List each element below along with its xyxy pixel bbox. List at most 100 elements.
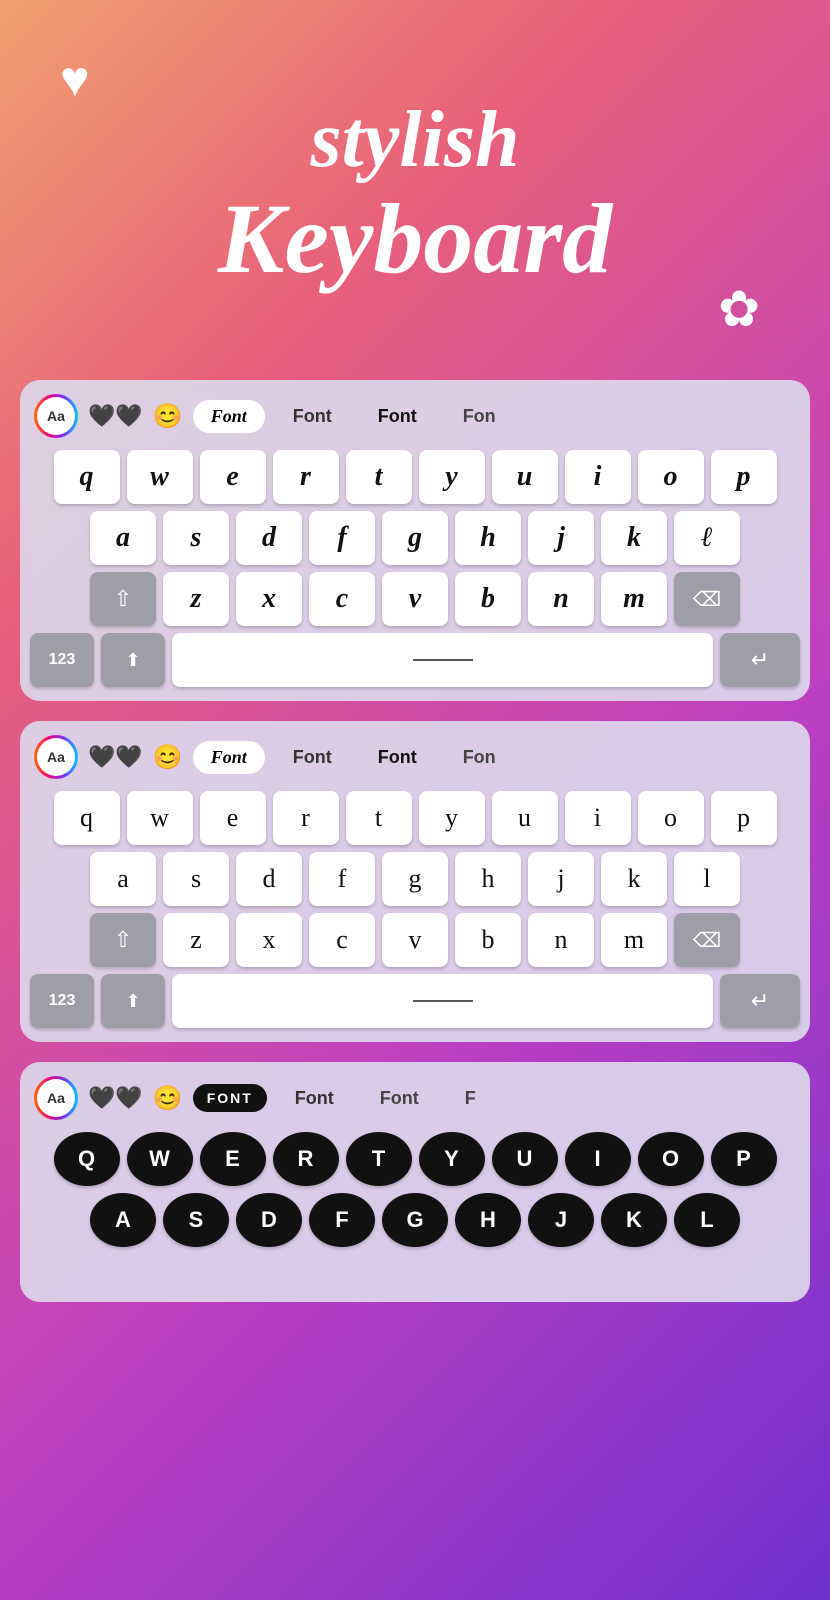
key-q-1[interactable]: q <box>54 450 120 504</box>
key-s-2[interactable]: s <box>163 852 229 906</box>
key-y-2[interactable]: y <box>419 791 485 845</box>
enter-key-1[interactable]: ↵ <box>720 633 800 687</box>
font-btn-bold-2[interactable]: Font <box>360 741 435 774</box>
aa-button-2[interactable]: Aa <box>34 735 78 779</box>
key-c-2[interactable]: c <box>309 913 375 967</box>
key-G-3[interactable]: G <box>382 1193 448 1247</box>
font-btn-cut-1[interactable]: Fon <box>445 400 514 433</box>
key-U-3[interactable]: U <box>492 1132 558 1186</box>
key-k-1[interactable]: k <box>601 511 667 565</box>
key-p-1[interactable]: p <box>711 450 777 504</box>
key-f-1[interactable]: f <box>309 511 375 565</box>
key-W-3[interactable]: W <box>127 1132 193 1186</box>
key-P-3[interactable]: P <box>711 1132 777 1186</box>
backspace-key-1[interactable]: ⌫ <box>674 572 740 626</box>
key-z-1[interactable]: z <box>163 572 229 626</box>
key-H-3[interactable]: H <box>455 1193 521 1247</box>
aa-button-1[interactable]: Aa <box>34 394 78 438</box>
key-g-1[interactable]: g <box>382 511 448 565</box>
key-a-2[interactable]: a <box>90 852 156 906</box>
font-btn-bold-1[interactable]: Font <box>360 400 435 433</box>
key-j-1[interactable]: j <box>528 511 594 565</box>
key-l-1[interactable]: ℓ <box>674 511 740 565</box>
font-btn-plain-2[interactable]: Font <box>275 741 350 774</box>
hearts-icon-1[interactable]: 🖤🖤 <box>88 403 143 429</box>
key-n-2[interactable]: n <box>528 913 594 967</box>
key-k-2[interactable]: k <box>601 852 667 906</box>
key-m-1[interactable]: m <box>601 572 667 626</box>
num-key-1[interactable]: 123 <box>30 633 94 687</box>
font-btn-active-1[interactable]: Font <box>193 400 265 433</box>
key-b-1[interactable]: b <box>455 572 521 626</box>
shift-key-2[interactable]: ⇧ <box>90 913 156 967</box>
key-q-2[interactable]: q <box>54 791 120 845</box>
key-S-3[interactable]: S <box>163 1193 229 1247</box>
font-btn-cut-2[interactable]: Fon <box>445 741 514 774</box>
key-w-2[interactable]: w <box>127 791 193 845</box>
key-e-1[interactable]: e <box>200 450 266 504</box>
key-t-1[interactable]: t <box>346 450 412 504</box>
key-A-3[interactable]: A <box>90 1193 156 1247</box>
key-j-2[interactable]: j <box>528 852 594 906</box>
key-l-2[interactable]: l <box>674 852 740 906</box>
key-d-2[interactable]: d <box>236 852 302 906</box>
key-R-3[interactable]: R <box>273 1132 339 1186</box>
font-btn-plain-1[interactable]: Font <box>275 400 350 433</box>
key-Y-3[interactable]: Y <box>419 1132 485 1186</box>
font-btn-cut-3[interactable]: Font <box>362 1082 437 1115</box>
key-r-1[interactable]: r <box>273 450 339 504</box>
key-i-1[interactable]: i <box>565 450 631 504</box>
key-u-2[interactable]: u <box>492 791 558 845</box>
emoji-icon-2[interactable]: 😊 <box>153 743 183 772</box>
key-g-2[interactable]: g <box>382 852 448 906</box>
key-d-1[interactable]: d <box>236 511 302 565</box>
key-w-1[interactable]: w <box>127 450 193 504</box>
space-key-1[interactable] <box>172 633 713 687</box>
key-x-2[interactable]: x <box>236 913 302 967</box>
backspace-key-2[interactable]: ⌫ <box>674 913 740 967</box>
share-key-1[interactable]: ⬆ <box>101 633 165 687</box>
key-h-1[interactable]: h <box>455 511 521 565</box>
key-f-2[interactable]: f <box>309 852 375 906</box>
key-E-3[interactable]: E <box>200 1132 266 1186</box>
key-a-1[interactable]: a <box>90 511 156 565</box>
enter-key-2[interactable]: ↵ <box>720 974 800 1028</box>
key-c-1[interactable]: c <box>309 572 375 626</box>
aa-button-3[interactable]: Aa <box>34 1076 78 1120</box>
hearts-icon-2[interactable]: 🖤🖤 <box>88 744 143 770</box>
key-s-1[interactable]: s <box>163 511 229 565</box>
key-F-3[interactable]: F <box>309 1193 375 1247</box>
key-Q-3[interactable]: Q <box>54 1132 120 1186</box>
key-v-1[interactable]: v <box>382 572 448 626</box>
key-D-3[interactable]: D <box>236 1193 302 1247</box>
key-b-2[interactable]: b <box>455 913 521 967</box>
key-K-3[interactable]: K <box>601 1193 667 1247</box>
share-key-2[interactable]: ⬆ <box>101 974 165 1028</box>
key-z-2[interactable]: z <box>163 913 229 967</box>
key-o-1[interactable]: o <box>638 450 704 504</box>
key-y-1[interactable]: y <box>419 450 485 504</box>
key-h-2[interactable]: h <box>455 852 521 906</box>
key-n-1[interactable]: n <box>528 572 594 626</box>
font-btn-plain-3[interactable]: Font <box>277 1082 352 1115</box>
key-I-3[interactable]: I <box>565 1132 631 1186</box>
key-i-2[interactable]: i <box>565 791 631 845</box>
key-T-3[interactable]: T <box>346 1132 412 1186</box>
space-key-2[interactable] <box>172 974 713 1028</box>
hearts-icon-3[interactable]: 🖤🖤 <box>88 1085 143 1111</box>
font-btn-circle-3[interactable]: FONT <box>193 1084 267 1112</box>
key-u-1[interactable]: u <box>492 450 558 504</box>
shift-key-1[interactable]: ⇧ <box>90 572 156 626</box>
key-v-2[interactable]: v <box>382 913 448 967</box>
key-r-2[interactable]: r <box>273 791 339 845</box>
key-p-2[interactable]: p <box>711 791 777 845</box>
key-m-2[interactable]: m <box>601 913 667 967</box>
key-L-3[interactable]: L <box>674 1193 740 1247</box>
num-key-2[interactable]: 123 <box>30 974 94 1028</box>
emoji-icon-1[interactable]: 😊 <box>153 402 183 431</box>
font-btn-active-2[interactable]: Font <box>193 741 265 774</box>
key-x-1[interactable]: x <box>236 572 302 626</box>
key-O-3[interactable]: O <box>638 1132 704 1186</box>
font-btn-extra-3[interactable]: F <box>447 1082 494 1115</box>
emoji-icon-3[interactable]: 😊 <box>153 1084 183 1113</box>
